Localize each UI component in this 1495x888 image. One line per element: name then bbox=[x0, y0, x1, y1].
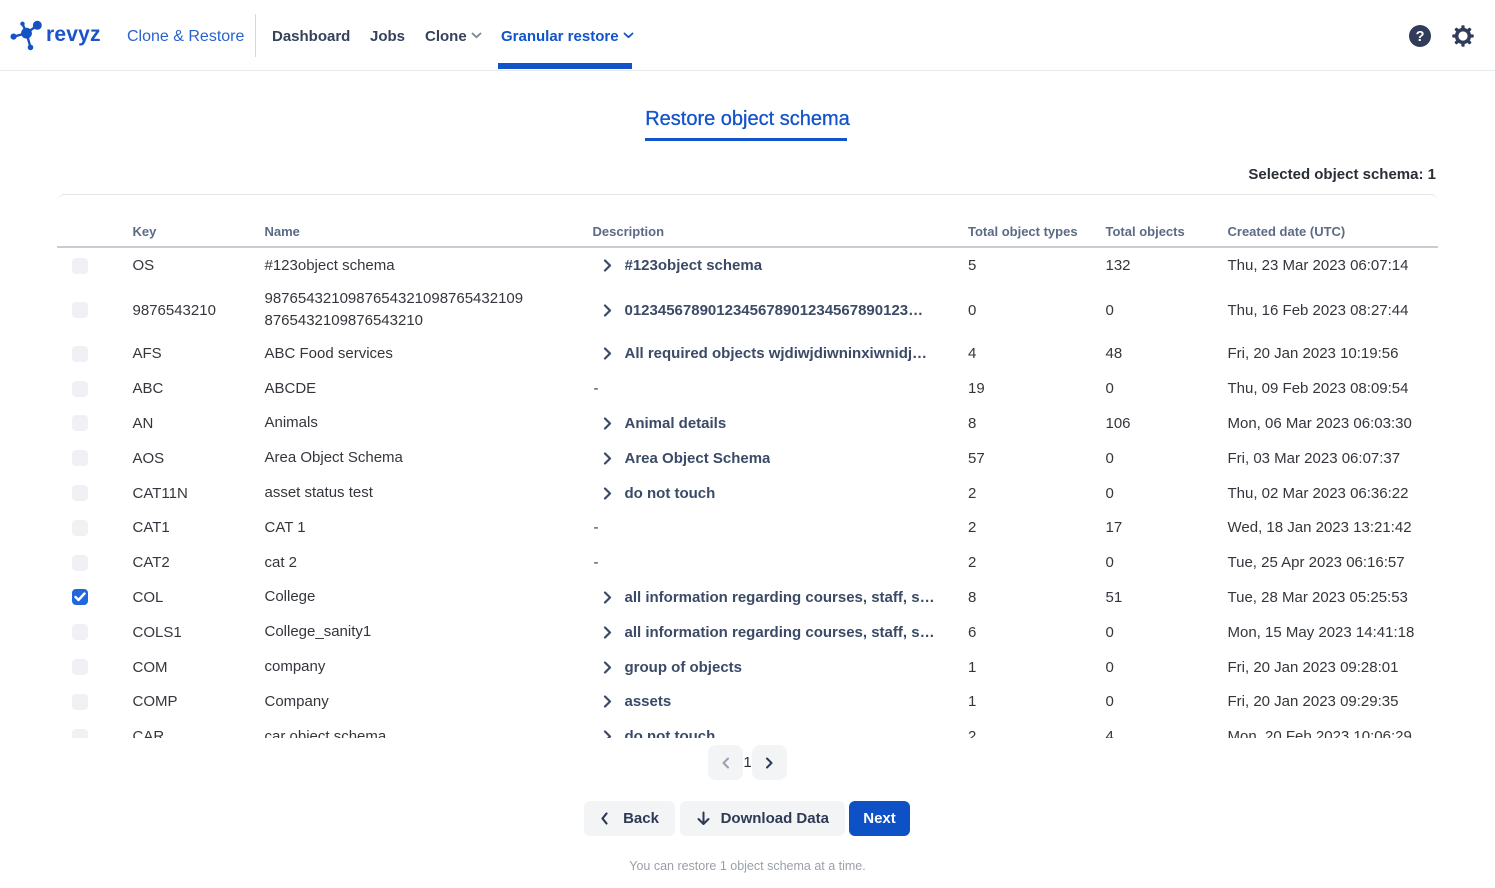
svg-text:?: ? bbox=[1416, 29, 1425, 45]
